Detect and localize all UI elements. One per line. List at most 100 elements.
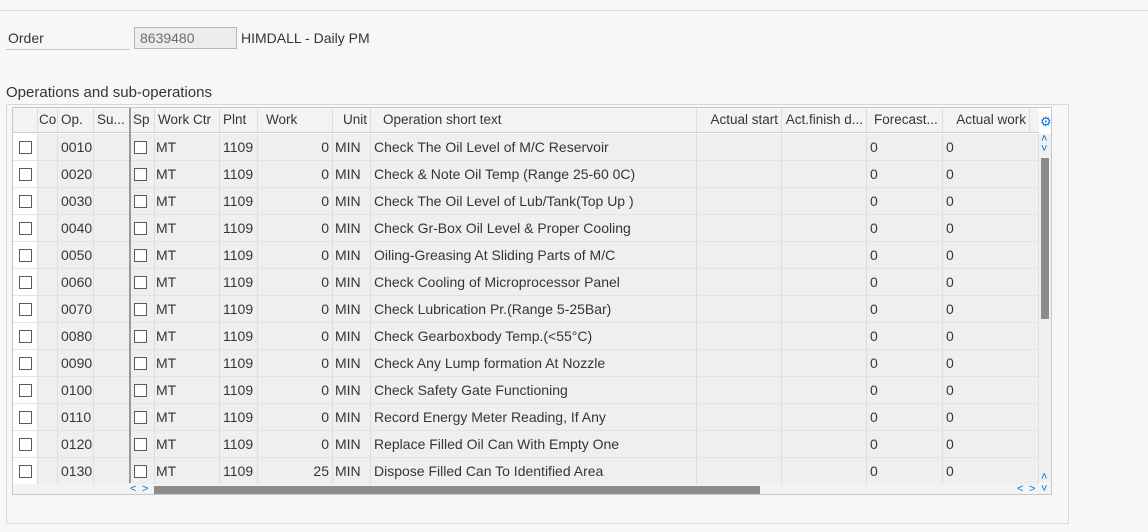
sp-cell: [131, 242, 155, 268]
column-header-operation-text[interactable]: Operation short text: [371, 108, 697, 132]
table-row[interactable]: 0090 MT 1109 0 MIN Check Any Lump formation A…: [13, 350, 1039, 377]
work-value: 0: [258, 431, 333, 457]
co-cell: [38, 188, 58, 214]
sp-checkbox[interactable]: [134, 140, 147, 154]
table-row[interactable]: 0110 MT 1109 0 MIN Record Energy Meter Readin…: [13, 404, 1039, 431]
row-select-checkbox[interactable]: [18, 410, 32, 424]
sp-checkbox[interactable]: [134, 437, 147, 451]
op-number: 0030: [58, 188, 94, 214]
row-select-checkbox[interactable]: [18, 248, 32, 262]
table-row[interactable]: 0010 MT 1109 0 MIN Check The Oil Level of M/C…: [13, 134, 1039, 161]
row-select-checkbox[interactable]: [18, 140, 32, 154]
work-value: 0: [258, 242, 333, 268]
sp-checkbox[interactable]: [134, 167, 147, 181]
column-header-actual-work[interactable]: Actual work: [943, 108, 1030, 132]
table-row[interactable]: 0120 MT 1109 0 MIN Replace Filled Oil Can Wit…: [13, 431, 1039, 458]
sp-checkbox[interactable]: [134, 302, 147, 316]
table-row[interactable]: 0050 MT 1109 0 MIN Oiling-Greasing At Sliding…: [13, 242, 1039, 269]
column-header-co[interactable]: Co: [38, 108, 58, 132]
sp-cell: [131, 269, 155, 295]
chevron-up-icon[interactable]: ˄: [1041, 472, 1047, 483]
table-row[interactable]: 0100 MT 1109 0 MIN Check Safety Gate Function…: [13, 377, 1039, 404]
chevron-left-icon[interactable]: <: [130, 484, 136, 495]
row-select-checkbox[interactable]: [18, 356, 32, 370]
actual-work-value: 0: [943, 458, 1039, 484]
horizontal-scrollbar[interactable]: [13, 484, 1051, 494]
chevron-down-icon[interactable]: ˅: [1041, 144, 1047, 155]
table-row[interactable]: 0080 MT 1109 0 MIN Check Gearboxbody Temp.(<5…: [13, 323, 1039, 350]
row-select-checkbox[interactable]: [18, 302, 32, 316]
column-header-actual-finish[interactable]: Act.finish d...: [782, 108, 867, 132]
sp-checkbox[interactable]: [134, 356, 147, 370]
row-select-checkbox[interactable]: [18, 383, 32, 397]
co-cell: [38, 242, 58, 268]
actual-finish: [782, 323, 867, 349]
table-row[interactable]: 0070 MT 1109 0 MIN Check Lubrication Pr.(Rang…: [13, 296, 1039, 323]
actual-start: [697, 377, 782, 403]
row-select-checkbox[interactable]: [18, 275, 32, 289]
row-select-cell: [13, 431, 38, 457]
table-row[interactable]: 0060 MT 1109 0 MIN Check Cooling of Microproc…: [13, 269, 1039, 296]
su-cell: [94, 404, 131, 430]
actual-finish: [782, 215, 867, 241]
op-number: 0020: [58, 161, 94, 187]
work-center: MT: [155, 404, 220, 430]
order-input[interactable]: [134, 27, 237, 49]
actual-start: [697, 134, 782, 160]
work-center: MT: [155, 458, 220, 484]
op-number: 0110: [58, 404, 94, 430]
row-select-checkbox[interactable]: [18, 464, 32, 478]
vertical-scroll-thumb[interactable]: [1041, 158, 1049, 319]
column-header-su[interactable]: Su...: [94, 108, 131, 132]
sp-checkbox[interactable]: [134, 194, 147, 208]
row-select-checkbox[interactable]: [18, 167, 32, 181]
actual-start: [697, 215, 782, 241]
unit: MIN: [333, 188, 371, 214]
work-center: MT: [155, 188, 220, 214]
column-header-sp[interactable]: Sp: [131, 108, 155, 132]
row-select-checkbox[interactable]: [18, 437, 32, 451]
sp-cell: [131, 323, 155, 349]
op-number: 0050: [58, 242, 94, 268]
forecast-value: 0: [867, 431, 943, 457]
table-row[interactable]: 0130 MT 1109 25 MIN Dispose Filled Can To Ide…: [13, 458, 1039, 485]
column-header-work-ctr[interactable]: Work Ctr: [155, 108, 220, 132]
actual-start: [697, 188, 782, 214]
unit: MIN: [333, 431, 371, 457]
chevron-left-icon[interactable]: <: [1017, 484, 1023, 495]
sp-checkbox[interactable]: [134, 221, 147, 235]
row-select-checkbox[interactable]: [18, 221, 32, 235]
chevron-down-icon[interactable]: ˅: [1041, 484, 1047, 495]
column-header-unit[interactable]: Unit: [333, 108, 371, 132]
chevron-right-icon[interactable]: >: [1029, 484, 1035, 495]
op-number: 0090: [58, 350, 94, 376]
chevron-right-icon[interactable]: >: [142, 484, 148, 495]
actual-start: [697, 269, 782, 295]
table-row[interactable]: 0040 MT 1109 0 MIN Check Gr-Box Oil Level & P…: [13, 215, 1039, 242]
horizontal-scroll-thumb[interactable]: [154, 486, 760, 494]
plant: 1109: [220, 161, 258, 187]
table-row[interactable]: 0030 MT 1109 0 MIN Check The Oil Level of Lub…: [13, 188, 1039, 215]
table-row[interactable]: 0020 MT 1109 0 MIN Check & Note Oil Temp (Ran…: [13, 161, 1039, 188]
sp-checkbox[interactable]: [134, 464, 147, 478]
sp-checkbox[interactable]: [134, 248, 147, 262]
vertical-scrollbar[interactable]: [1039, 134, 1051, 483]
row-select-checkbox[interactable]: [18, 194, 32, 208]
sp-cell: [131, 296, 155, 322]
select-all-column[interactable]: [13, 108, 38, 132]
sp-checkbox[interactable]: [134, 410, 147, 424]
column-header-op[interactable]: Op.: [58, 108, 94, 132]
operation-text: Check Gearboxbody Temp.(<55°C): [371, 323, 697, 349]
sp-checkbox[interactable]: [134, 275, 147, 289]
row-select-checkbox[interactable]: [18, 329, 32, 343]
column-header-work[interactable]: Work: [258, 108, 333, 132]
column-header-forecast[interactable]: Forecast...: [867, 108, 943, 132]
gear-icon[interactable]: ⚙: [1040, 114, 1051, 130]
column-header-actual-start[interactable]: Actual start: [697, 108, 782, 132]
sp-checkbox[interactable]: [134, 383, 147, 397]
sp-checkbox[interactable]: [134, 329, 147, 343]
sp-cell: [131, 350, 155, 376]
forecast-value: 0: [867, 215, 943, 241]
order-description: HIMDALL - Daily PM: [241, 30, 370, 46]
column-header-plnt[interactable]: Plnt: [220, 108, 258, 132]
